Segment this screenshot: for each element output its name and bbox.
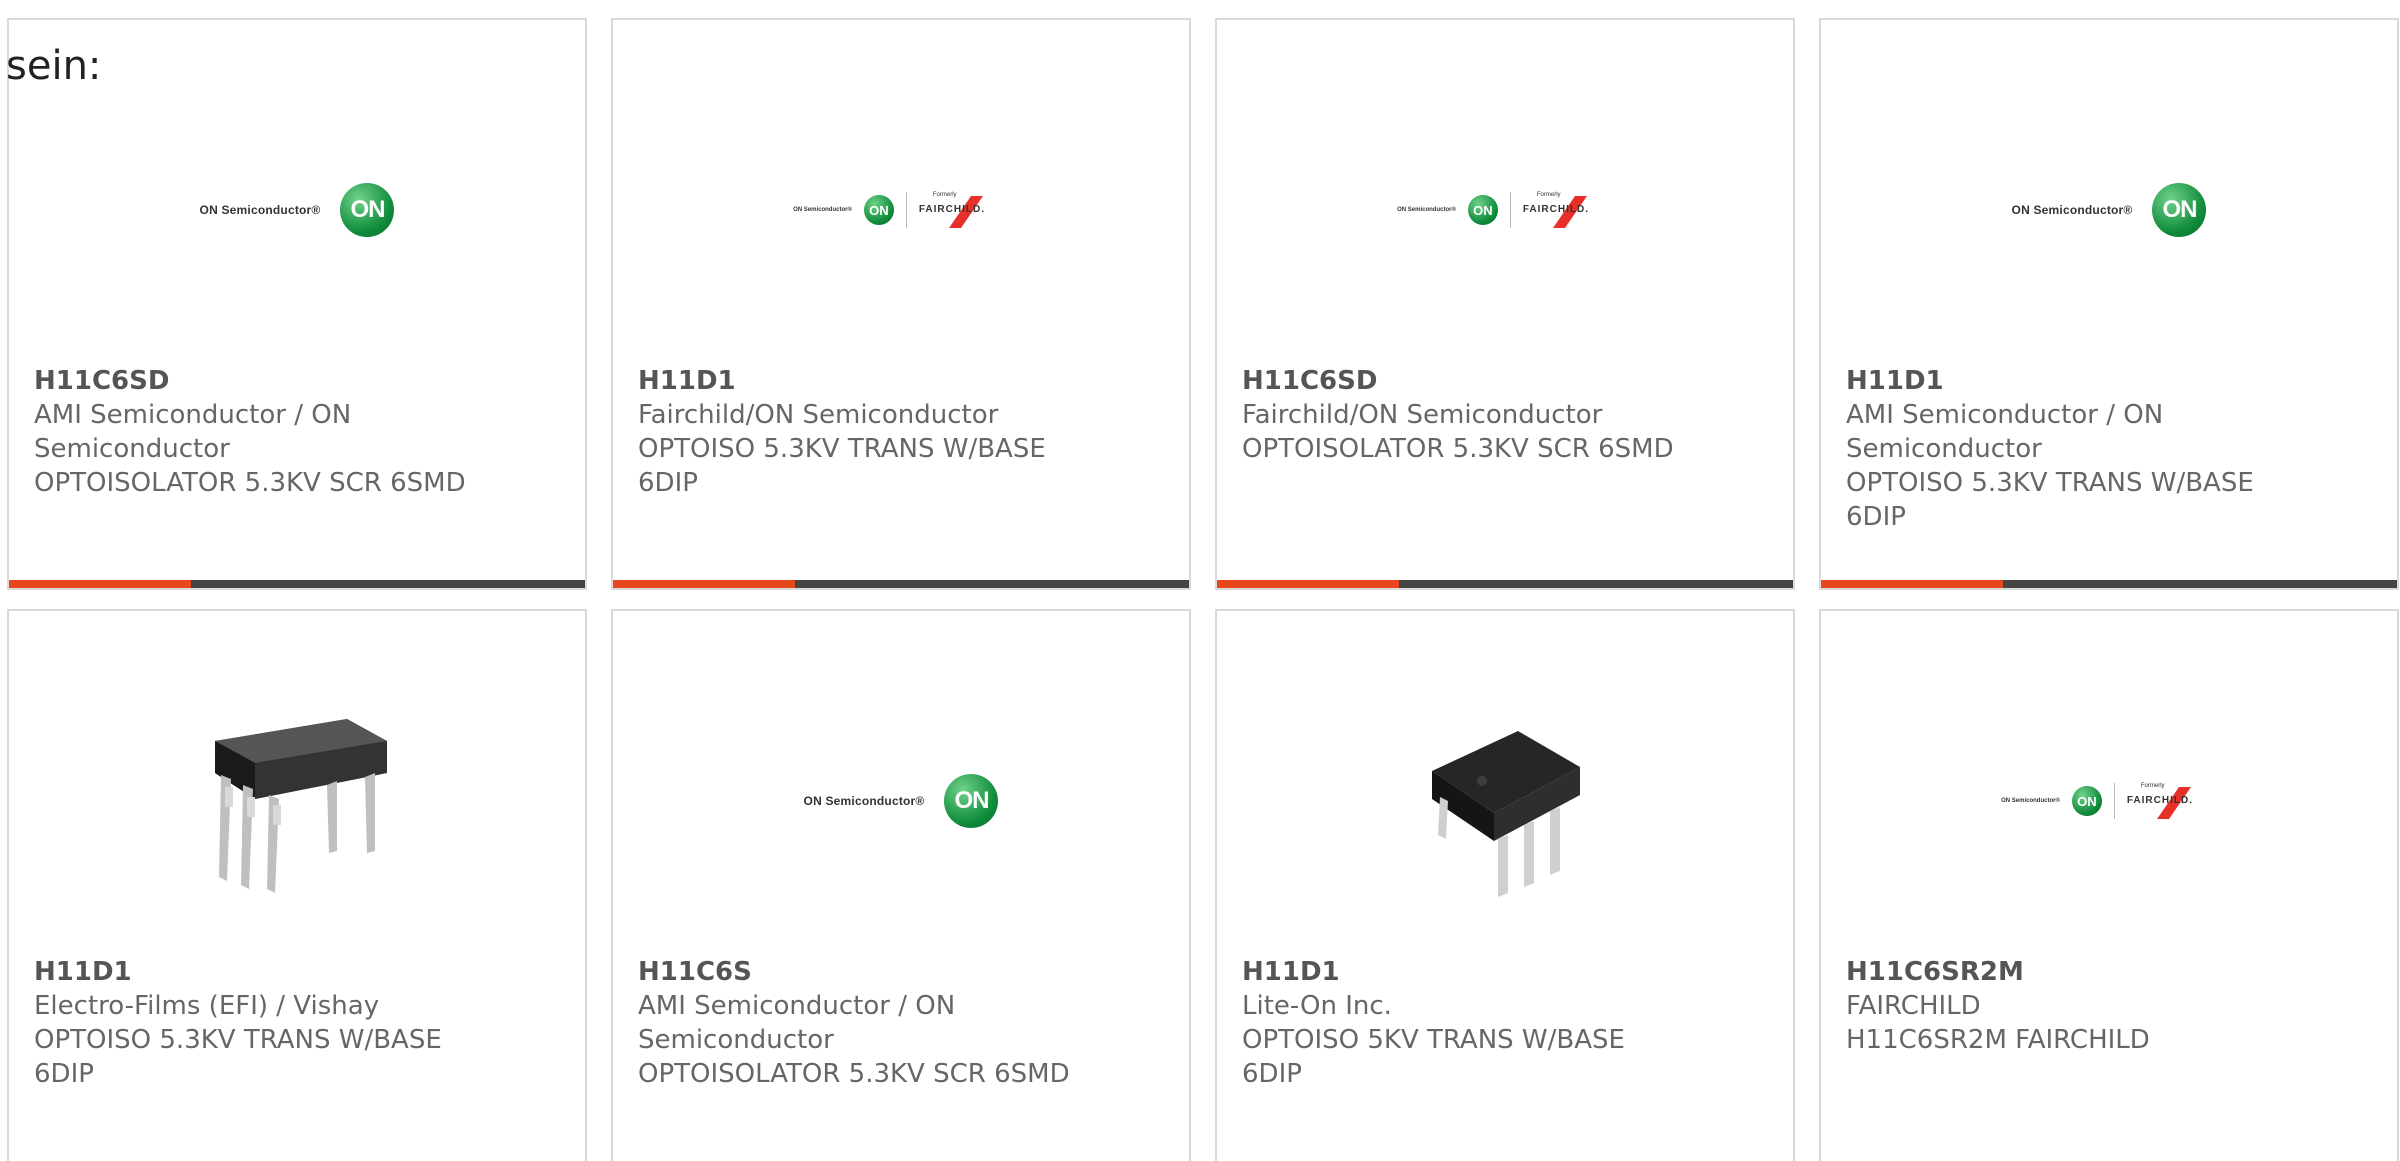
fairchild-wordmark: FAIRCHILD. <box>918 204 985 215</box>
manufacturer-line: Fairchild/ON Semiconductor <box>1242 400 1603 430</box>
product-photo <box>1410 701 1600 901</box>
product-image <box>1217 651 1793 951</box>
fairchild-logo: Formerly FAIRCHILD. <box>919 190 1009 230</box>
product-card[interactable]: ON Semiconductor® ON Formerly FAIRCHILD. H11… <box>611 18 1191 590</box>
product-image: ON Semiconductor® ON Formerly FAIRCHILD. <box>1217 60 1793 360</box>
logo-brand-text: ON Semiconductor® <box>2001 798 2060 804</box>
description-line: OPTOISOLATOR 5.3KV SCR 6SMD <box>34 468 466 498</box>
description-line: 6DIP <box>1242 1059 1302 1089</box>
manufacturer-line: Semiconductor <box>1846 434 2042 464</box>
description-line: 6DIP <box>34 1059 94 1089</box>
on-logo-mark: ON <box>2071 786 2102 816</box>
product-image: ON Semiconductor® ON Formerly FAIRCHILD. <box>613 60 1189 360</box>
on-fairchild-logo: ON Semiconductor® ON Formerly FAIRCHILD. <box>1397 190 1613 230</box>
manufacturer-line: Semiconductor <box>34 434 230 464</box>
manufacturer-line: AMI Semiconductor / ON <box>34 400 352 430</box>
part-number[interactable]: H11D1 <box>638 364 1078 398</box>
manufacturer-line: AMI Semiconductor / ON <box>638 991 956 1021</box>
manufacturer-line: FAIRCHILD <box>1846 991 1981 1021</box>
on-logo-mark: ON <box>863 195 894 225</box>
fairchild-wordmark: FAIRCHILD. <box>1522 204 1589 215</box>
product-info: H11C6SR2M FAIRCHILD H11C6SR2M FAIRCHILD <box>1846 955 2286 1057</box>
description-line: H11C6SR2M FAIRCHILD <box>1846 1025 2150 1055</box>
fairchild-logo: Formerly FAIRCHILD. <box>1523 190 1613 230</box>
part-number[interactable]: H11C6SD <box>1242 364 1682 398</box>
logo-divider <box>905 192 907 228</box>
part-number[interactable]: H11C6SR2M <box>1846 955 2286 989</box>
fairchild-formerly-text: Formerly <box>2140 783 2165 789</box>
product-card[interactable]: H11D1 Electro-Films (EFI) / Vishay OPTOISO… <box>7 609 587 1161</box>
on-fairchild-logo: ON Semiconductor® ON Formerly FAIRCHILD. <box>793 190 1009 230</box>
part-number[interactable]: H11C6SD <box>34 364 474 398</box>
on-fairchild-logo: ON Semiconductor® ON Formerly FAIRCHILD. <box>2001 781 2217 821</box>
product-info: H11C6S AMI Semiconductor / ON Semiconducto… <box>638 955 1078 1091</box>
card-footer-bar <box>9 580 585 588</box>
fairchild-formerly-text: Formerly <box>932 192 957 198</box>
part-number[interactable]: H11D1 <box>1846 364 2286 398</box>
logo-brand-text: ON Semiconductor® <box>1397 207 1456 213</box>
description-line: OPTOISO 5.3KV TRANS W/BASE <box>1846 468 2254 498</box>
description-line: 6DIP <box>1846 502 1906 532</box>
card-footer-bar <box>613 580 1189 588</box>
description-line: OPTOISO 5KV TRANS W/BASE <box>1242 1025 1625 1055</box>
on-semiconductor-logo: ON Semiconductor® ON <box>804 774 999 828</box>
part-number[interactable]: H11D1 <box>34 955 474 989</box>
logo-divider <box>1509 192 1511 228</box>
product-info: H11D1 AMI Semiconductor / ON Semiconductor… <box>1846 364 2286 534</box>
product-card[interactable]: ON Semiconductor® ON H11C6SD AMI Semiconduc… <box>7 18 587 590</box>
logo-brand-text: ON Semiconductor® <box>2011 203 2133 217</box>
on-logo-mark: ON <box>944 774 999 828</box>
card-footer-bar <box>1821 580 2397 588</box>
fairchild-logo: Formerly FAIRCHILD. <box>2127 781 2217 821</box>
description-line: 6DIP <box>638 468 698 498</box>
product-image: ON Semiconductor® ON <box>1821 60 2397 360</box>
manufacturer-line: AMI Semiconductor / ON <box>1846 400 2164 430</box>
product-photo <box>197 701 397 901</box>
on-semiconductor-logo: ON Semiconductor® ON <box>200 183 395 237</box>
logo-brand-text: ON Semiconductor® <box>793 207 852 213</box>
on-semiconductor-logo: ON Semiconductor® ON <box>2012 183 2207 237</box>
product-info: H11D1 Fairchild/ON Semiconductor OPTOISO 5… <box>638 364 1078 500</box>
product-image: ON Semiconductor® ON Formerly FAIRCHILD. <box>1821 651 2397 951</box>
description-line: OPTOISO 5.3KV TRANS W/BASE <box>34 1025 442 1055</box>
description-line: OPTOISO 5.3KV TRANS W/BASE <box>638 434 1046 464</box>
logo-brand-text: ON Semiconductor® <box>803 794 925 808</box>
product-card[interactable]: ON Semiconductor® ON H11D1 AMI Semiconducto… <box>1819 18 2399 590</box>
fairchild-formerly-text: Formerly <box>1536 192 1561 198</box>
part-number[interactable]: H11C6S <box>638 955 1078 989</box>
logo-divider <box>2113 783 2115 819</box>
product-image <box>9 651 585 951</box>
product-card[interactable]: ON Semiconductor® ON Formerly FAIRCHILD. H11… <box>1819 609 2399 1161</box>
product-grid: ON Semiconductor® ON H11C6SD AMI Semiconduc… <box>7 18 2399 1161</box>
part-number[interactable]: H11D1 <box>1242 955 1682 989</box>
card-footer-accent <box>1217 580 1399 588</box>
product-info: H11D1 Lite-On Inc. OPTOISO 5KV TRANS W/BAS… <box>1242 955 1682 1091</box>
product-info: H11C6SD AMI Semiconductor / ON Semiconduct… <box>34 364 474 500</box>
page: sein: ON Semiconductor® ON H11C6SD AMI Semi… <box>0 0 2400 1161</box>
product-info: H11D1 Electro-Films (EFI) / Vishay OPTOISO… <box>34 955 474 1091</box>
on-logo-mark: ON <box>1467 195 1498 225</box>
card-footer-accent <box>1821 580 2003 588</box>
card-footer-accent <box>613 580 795 588</box>
description-line: OPTOISOLATOR 5.3KV SCR 6SMD <box>1242 434 1674 464</box>
description-line: OPTOISOLATOR 5.3KV SCR 6SMD <box>638 1059 1070 1089</box>
product-image: ON Semiconductor® ON <box>9 60 585 360</box>
product-card[interactable]: H11D1 Lite-On Inc. OPTOISO 5KV TRANS W/BAS… <box>1215 609 1795 1161</box>
product-card[interactable]: ON Semiconductor® ON H11C6S AMI Semiconduct… <box>611 609 1191 1161</box>
product-image: ON Semiconductor® ON <box>613 651 1189 951</box>
card-footer-bar <box>1217 580 1793 588</box>
on-logo-mark: ON <box>340 183 395 237</box>
manufacturer-line: Electro-Films (EFI) / Vishay <box>34 991 380 1021</box>
manufacturer-line: Fairchild/ON Semiconductor <box>638 400 999 430</box>
fairchild-wordmark: FAIRCHILD. <box>2126 795 2193 806</box>
product-card[interactable]: ON Semiconductor® ON Formerly FAIRCHILD. H11… <box>1215 18 1795 590</box>
intro-text: sein: <box>6 43 102 89</box>
manufacturer-line: Lite-On Inc. <box>1242 991 1392 1021</box>
logo-brand-text: ON Semiconductor® <box>199 203 321 217</box>
product-info: H11C6SD Fairchild/ON Semiconductor OPTOISO… <box>1242 364 1682 466</box>
manufacturer-line: Semiconductor <box>638 1025 834 1055</box>
card-footer-accent <box>9 580 191 588</box>
on-logo-mark: ON <box>2152 183 2207 237</box>
